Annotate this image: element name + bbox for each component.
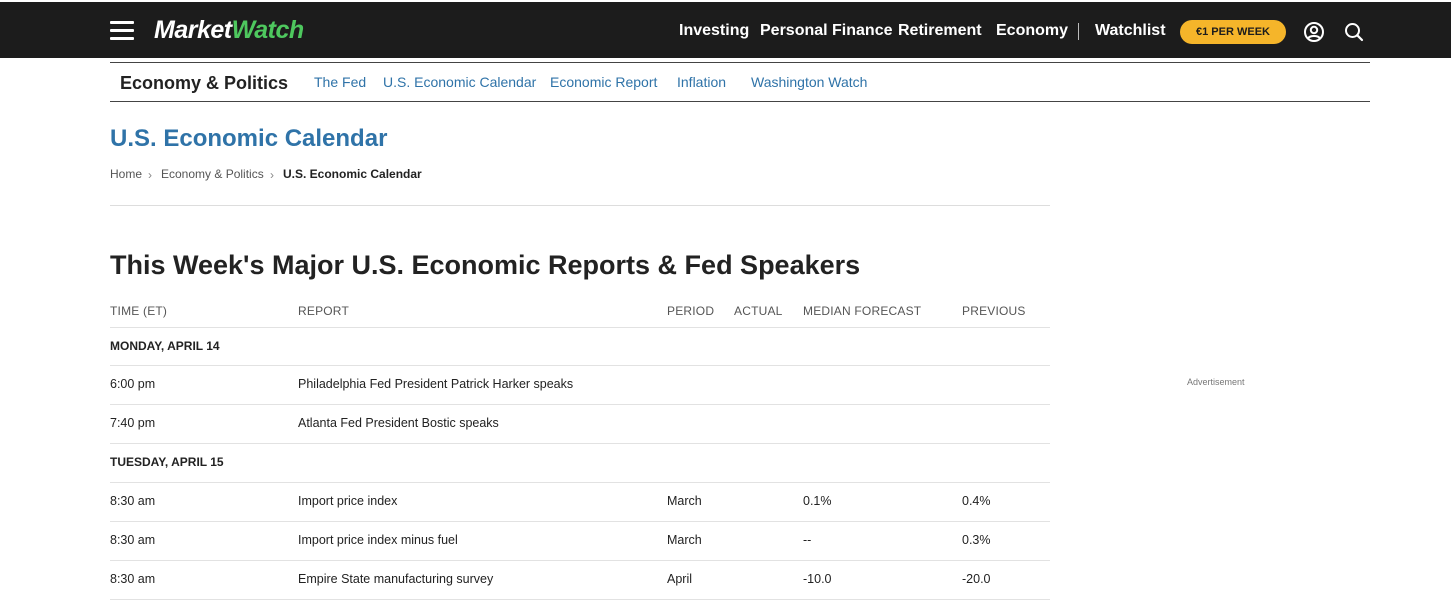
cell-time: 7:40 pm [110,416,156,430]
cell-time: 8:30 am [110,533,156,547]
section-link-economic-calendar[interactable]: U.S. Economic Calendar [383,74,536,91]
cell-report: Philadelphia Fed President Patrick Harke… [298,377,574,391]
top-navigation-bar: MarketWatch Investing Personal Finance R… [0,2,1451,58]
page-title: U.S. Economic Calendar [110,125,388,152]
nav-divider [1078,23,1079,40]
row-divider [110,599,1050,600]
divider [110,205,1050,206]
cell-previous: -20.0 [962,572,991,586]
row-divider [110,482,1050,483]
chevron-right-icon: › [148,168,152,182]
cell-period: April [667,572,693,586]
day-label-tuesday: TUESDAY, APRIL 15 [110,455,224,469]
section-title[interactable]: Economy & Politics [120,72,288,94]
cell-report: Import price index [298,494,398,508]
cell-report: Atlanta Fed President Bostic speaks [298,416,499,430]
day-label-monday: MONDAY, APRIL 14 [110,339,220,353]
column-header-previous: PREVIOUS [962,304,1026,318]
cell-time: 6:00 pm [110,377,156,391]
section-link-economic-report[interactable]: Economic Report [550,74,657,91]
cell-report: Empire State manufacturing survey [298,572,494,586]
cell-previous: 0.4% [962,494,991,508]
breadcrumb-home[interactable]: Home [110,167,142,182]
column-header-median-forecast: MEDIAN FORECAST [803,304,922,318]
row-divider [110,560,1050,561]
subscribe-button[interactable]: €1 PER WEEK [1180,20,1286,44]
nav-watchlist[interactable]: Watchlist [1095,21,1166,41]
nav-personal-finance[interactable]: Personal Finance [760,21,893,41]
breadcrumb-economy-politics[interactable]: Economy & Politics [161,167,264,182]
user-icon[interactable] [1303,21,1325,43]
section-nav-bottom-border [110,101,1370,102]
menu-icon[interactable] [110,21,134,40]
section-nav-top-border [110,62,1370,63]
cell-forecast: -- [803,533,812,547]
nav-retirement[interactable]: Retirement [898,21,982,41]
cell-time: 8:30 am [110,494,156,508]
logo-text-market: Market [154,16,232,44]
row-divider [110,365,1050,366]
cell-time: 8:30 am [110,572,156,586]
marketwatch-logo[interactable]: MarketWatch [154,15,304,45]
column-header-period: PERIOD [667,304,715,318]
nav-investing[interactable]: Investing [679,21,749,41]
cell-previous: 0.3% [962,533,991,547]
advertisement-label: Advertisement [1187,377,1245,387]
row-divider [110,443,1050,444]
logo-text-watch: Watch [231,16,305,44]
section-link-washington-watch[interactable]: Washington Watch [751,74,867,91]
section-link-inflation[interactable]: Inflation [677,74,726,91]
cell-period: March [667,533,702,547]
nav-economy[interactable]: Economy [996,21,1068,41]
column-header-actual: ACTUAL [734,304,783,318]
column-header-time: TIME (ET) [110,304,168,318]
cell-report: Import price index minus fuel [298,533,458,547]
breadcrumb-current: U.S. Economic Calendar [283,167,422,181]
row-divider [110,404,1050,405]
row-divider [110,521,1050,522]
column-header-report: REPORT [298,304,349,318]
cell-period: March [667,494,702,508]
cell-forecast: 0.1% [803,494,832,508]
row-divider [110,327,1050,328]
chevron-right-icon: › [270,168,274,182]
calendar-heading: This Week's Major U.S. Economic Reports … [110,250,861,280]
cell-forecast: -10.0 [803,572,832,586]
section-link-the-fed[interactable]: The Fed [314,74,366,91]
search-icon[interactable] [1343,21,1365,43]
